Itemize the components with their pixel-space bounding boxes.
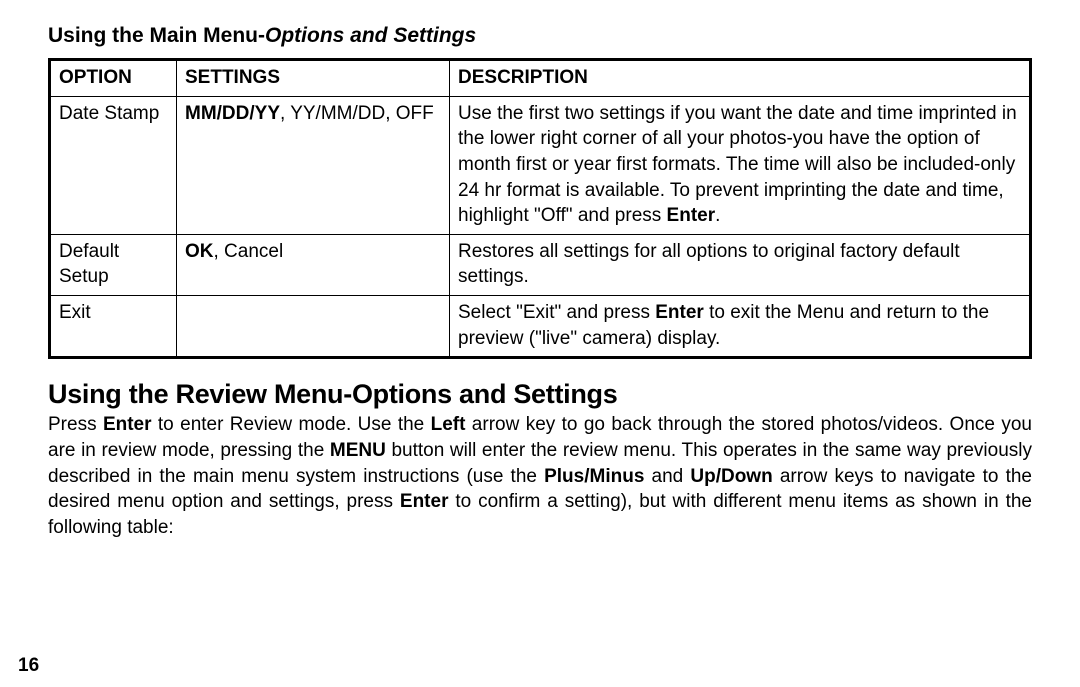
header-option: Option xyxy=(50,60,177,97)
desc-bold: Enter xyxy=(667,205,716,226)
table-header-row: Option Settings Description xyxy=(50,60,1031,97)
heading-prefix: Using the Main Menu- xyxy=(48,24,265,47)
options-table: Option Settings Description Date Stamp M… xyxy=(48,58,1032,359)
table-row: Default Setup OK, Cancel Restores all se… xyxy=(50,234,1031,295)
cell-settings: OK, Cancel xyxy=(177,234,450,295)
settings-bold: MM/DD/YY xyxy=(185,103,280,124)
settings-rest: , YY/MM/DD, OFF xyxy=(280,103,434,124)
settings-rest: , Cancel xyxy=(214,241,284,262)
cell-option: Exit xyxy=(50,296,177,358)
para-bold: Plus/Minus xyxy=(544,466,644,487)
settings-bold: OK xyxy=(185,241,214,262)
heading-italic: Options and Settings xyxy=(265,24,476,47)
desc-text: Use the first two settings if you want t… xyxy=(458,103,1017,227)
section-heading-review-menu: Using the Review Menu-Options and Settin… xyxy=(48,379,1032,410)
para-bold: Left xyxy=(431,414,466,435)
table-row: Date Stamp MM/DD/YY, YY/MM/DD, OFF Use t… xyxy=(50,96,1031,234)
desc-text: Restores all settings for all options to… xyxy=(458,241,960,288)
para-text: Press xyxy=(48,414,103,435)
desc-bold: Enter xyxy=(655,302,704,323)
header-settings: Settings xyxy=(177,60,450,97)
para-text: to enter Review mode. Use the xyxy=(152,414,431,435)
para-bold: MENU xyxy=(330,440,386,461)
cell-description: Restores all settings for all options to… xyxy=(450,234,1031,295)
cell-settings xyxy=(177,296,450,358)
para-bold: Enter xyxy=(103,414,152,435)
cell-option: Date Stamp xyxy=(50,96,177,234)
cell-settings: MM/DD/YY, YY/MM/DD, OFF xyxy=(177,96,450,234)
page-number: 16 xyxy=(18,655,39,677)
para-bold: Enter xyxy=(400,491,449,512)
desc-text: Select "Exit" and press xyxy=(458,302,655,323)
desc-text: . xyxy=(715,205,720,226)
header-description: Description xyxy=(450,60,1031,97)
table-row: Exit Select "Exit" and press Enter to ex… xyxy=(50,296,1031,358)
para-bold: Up/Down xyxy=(690,466,772,487)
para-text: and xyxy=(644,466,690,487)
cell-description: Use the first two settings if you want t… xyxy=(450,96,1031,234)
cell-option: Default Setup xyxy=(50,234,177,295)
review-menu-paragraph: Press Enter to enter Review mode. Use th… xyxy=(48,412,1032,540)
section-heading-main-menu: Using the Main Menu-Options and Settings xyxy=(48,24,1032,48)
cell-description: Select "Exit" and press Enter to exit th… xyxy=(450,296,1031,358)
